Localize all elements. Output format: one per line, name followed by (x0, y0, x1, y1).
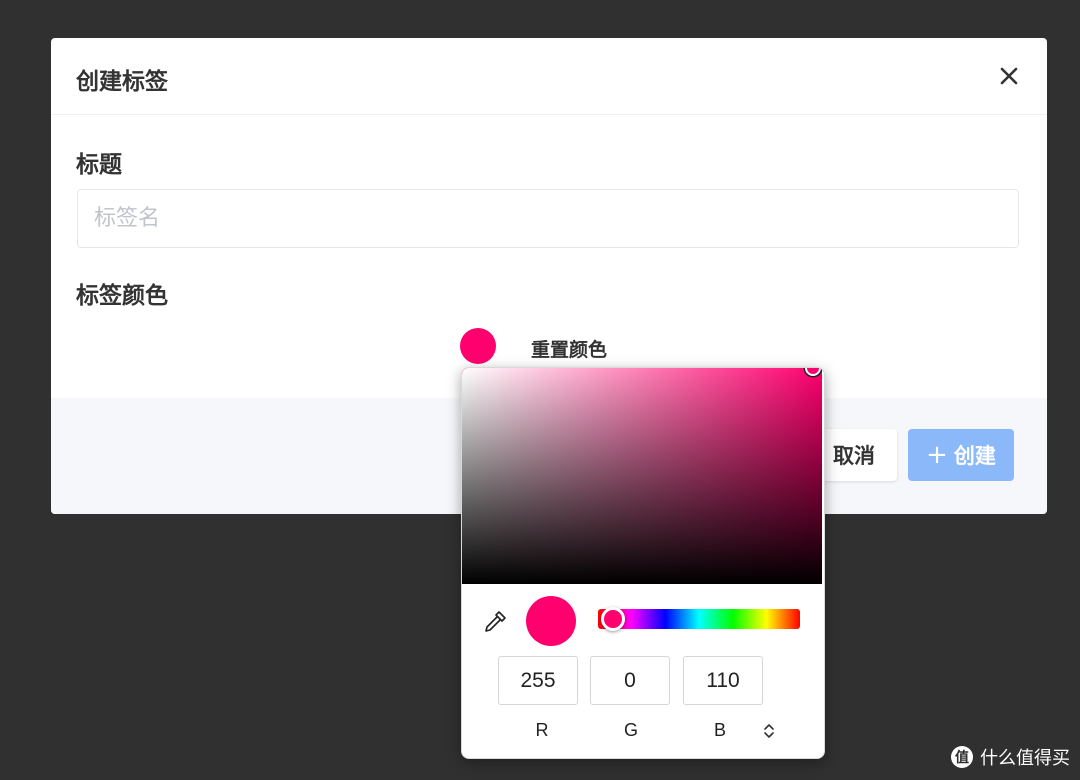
title-field-label: 标题 (76, 152, 122, 178)
watermark-logo-icon: 值 (950, 745, 974, 769)
svg-text:值: 值 (955, 749, 969, 766)
hue-slider[interactable] (598, 609, 800, 629)
blue-input[interactable] (683, 656, 763, 705)
color-preview (526, 596, 576, 646)
color-swatch[interactable] (460, 328, 496, 364)
tag-name-input[interactable] (77, 189, 1019, 248)
color-picker-popover: R G B (461, 367, 825, 759)
saturation-value-area[interactable] (462, 368, 822, 584)
watermark: 值 什么值得买 (950, 744, 1070, 770)
hue-handle[interactable] (601, 607, 625, 631)
close-icon[interactable] (997, 64, 1021, 88)
create-button-label: 创建 (953, 444, 996, 468)
dialog-title: 创建标签 (76, 69, 168, 95)
dialog-header: 创建标签 (51, 38, 1047, 115)
chevron-up-down-icon[interactable] (762, 722, 776, 740)
green-input[interactable] (590, 656, 670, 705)
green-label: G (623, 720, 638, 740)
watermark-text: 什么值得买 (980, 748, 1070, 769)
eyedropper-icon[interactable] (482, 609, 508, 635)
red-input[interactable] (498, 656, 578, 705)
cancel-button-label: 取消 (833, 444, 875, 468)
red-label: R (535, 720, 549, 740)
create-button[interactable]: + 创建 (908, 429, 1014, 481)
reset-color-button[interactable]: 重置颜色 (531, 335, 607, 362)
blue-label: B (713, 720, 726, 740)
plus-icon: + (926, 440, 948, 470)
color-field-label: 标签颜色 (76, 283, 168, 309)
